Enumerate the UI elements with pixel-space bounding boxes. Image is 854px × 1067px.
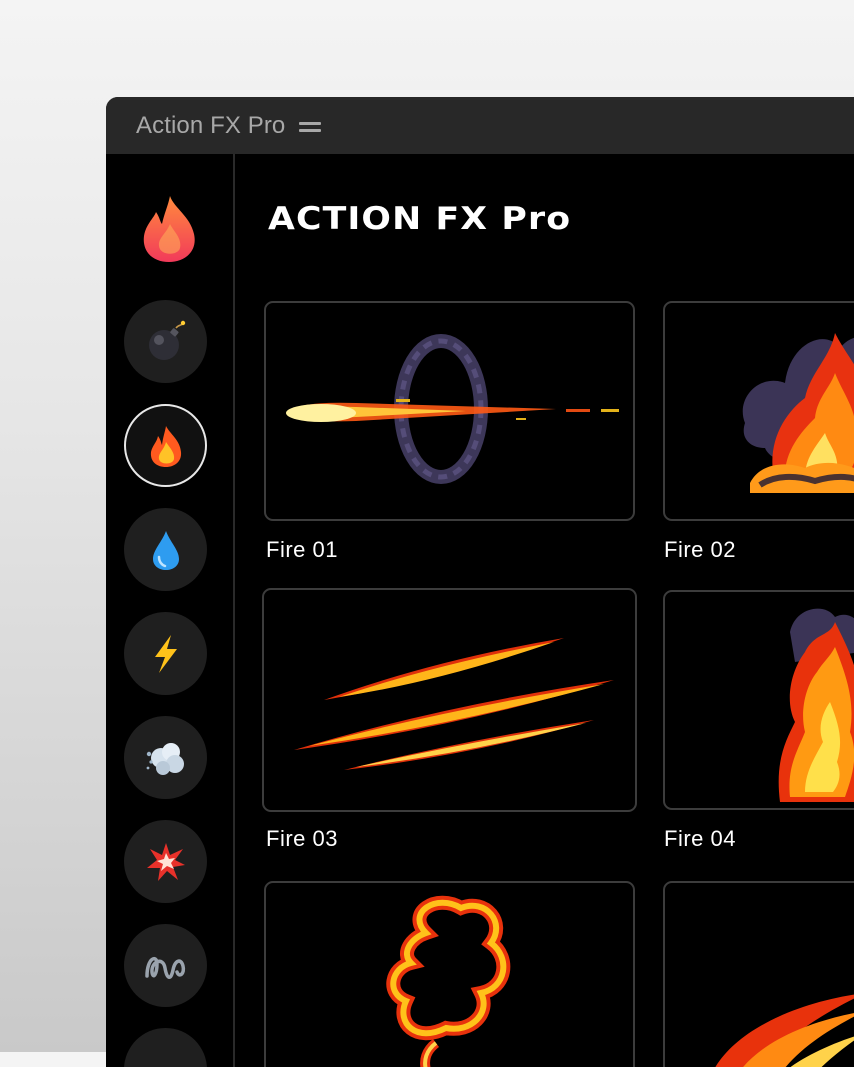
effect-label-fire-01: Fire 01: [266, 537, 338, 562]
category-smoke-button[interactable]: [124, 716, 207, 799]
effect-card-fire-01[interactable]: [264, 301, 635, 521]
effect-card-fire-06[interactable]: [663, 881, 854, 1067]
effect-card-fire-04[interactable]: [663, 590, 854, 810]
category-water-button[interactable]: [124, 508, 207, 591]
title-bar: Action FX Pro: [106, 97, 854, 154]
effect-label-fire-02: Fire 02: [664, 537, 736, 562]
window-title: Action FX Pro: [136, 111, 286, 139]
hamburger-icon[interactable]: [299, 120, 322, 134]
lightning-icon: [154, 634, 177, 673]
app-window: Action FX Pro ACTION FX Pro Fire 01 Fire…: [106, 97, 854, 1067]
effect-preview-fire-02: [742, 333, 854, 493]
squiggle-icon: [144, 956, 185, 979]
sidebar: [106, 154, 235, 1067]
category-explosion-button[interactable]: [124, 820, 207, 903]
page-title: ACTION FX Pro: [268, 201, 572, 237]
effect-card-fire-05[interactable]: [264, 881, 635, 1067]
category-lightning-button[interactable]: [124, 612, 207, 695]
category-fire-button[interactable]: [124, 404, 207, 487]
effect-preview-fire-01: [286, 334, 619, 484]
bomb-icon: [148, 320, 185, 360]
flame-icon: [143, 196, 195, 262]
fire-icon: [150, 425, 181, 467]
category-bomb-button[interactable]: [124, 300, 207, 383]
effect-label-fire-04: Fire 04: [664, 826, 736, 851]
explosion-icon: [146, 842, 185, 881]
effect-label-fire-03: Fire 03: [266, 826, 338, 851]
effect-card-fire-02[interactable]: [663, 301, 854, 521]
smoke-cloud-icon: [146, 742, 184, 775]
category-squiggle-button[interactable]: [124, 924, 207, 1007]
effect-preview-fire-06: [715, 994, 854, 1067]
effect-preview-fire-04: [778, 608, 854, 802]
effect-card-fire-03[interactable]: [262, 588, 637, 812]
effect-preview-fire-05: [386, 895, 511, 1067]
water-drop-icon: [152, 530, 179, 570]
category-more-button[interactable]: [124, 1028, 207, 1067]
effect-preview-fire-03: [294, 638, 614, 770]
